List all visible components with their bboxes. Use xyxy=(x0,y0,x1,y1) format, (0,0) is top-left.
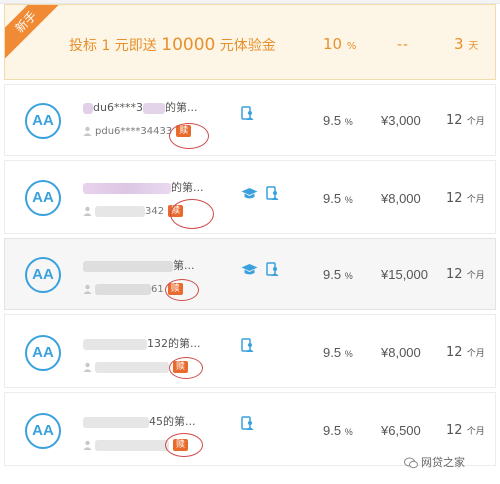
loan-term: 12 个月 xyxy=(446,423,485,438)
feature-icons xyxy=(241,261,283,279)
loan-list-page: 新手 投标 1 元即送 10000 元体验金 10 % -- 3 天 AA du… xyxy=(0,0,500,484)
featured-term: 3 天 xyxy=(454,35,479,53)
interest-rate: 9.5 % xyxy=(323,345,353,360)
borrower-line: 342 赎 xyxy=(83,205,184,217)
user-card-icon xyxy=(266,262,279,277)
loan-amount: ¥3,000 xyxy=(381,113,421,128)
user-icon xyxy=(83,206,92,216)
user-card-icon xyxy=(241,416,254,431)
loan-row[interactable]: AA 的第... 342 赎 9.5 % ¥8,000 12 个月 xyxy=(4,160,496,234)
loan-row[interactable]: AA 第... 61 赎 9.5 % ¥15,000 12 个月 xyxy=(4,238,496,310)
featured-amount: -- xyxy=(397,36,409,53)
loan-term: 12 个月 xyxy=(446,267,485,282)
user-icon xyxy=(83,284,92,294)
newbie-corner-tag: 新手 xyxy=(5,5,66,62)
graduation-cap-icon xyxy=(241,188,258,199)
annotation-circle xyxy=(169,357,203,379)
user-icon xyxy=(83,126,92,136)
feature-icons xyxy=(241,105,258,123)
loan-amount: ¥8,000 xyxy=(381,345,421,360)
borrower-name: 61 xyxy=(151,284,164,295)
featured-rate: 10 % xyxy=(323,35,357,53)
user-card-icon xyxy=(241,338,254,353)
annotation-circle xyxy=(165,433,203,457)
loan-term: 12 个月 xyxy=(446,345,485,360)
user-icon xyxy=(83,362,92,372)
loan-amount: ¥6,500 xyxy=(381,423,421,438)
featured-loan-row[interactable]: 新手 投标 1 元即送 10000 元体验金 10 % -- 3 天 xyxy=(4,4,496,80)
interest-rate: 9.5 % xyxy=(323,191,353,206)
loan-term: 12 个月 xyxy=(446,191,485,206)
avatar: AA xyxy=(25,180,61,216)
featured-title: 投标 1 元即送 10000 元体验金 xyxy=(69,35,276,55)
watermark: 网贷之家 xyxy=(404,454,465,470)
avatar: AA xyxy=(25,335,61,371)
loan-amount: ¥8,000 xyxy=(381,191,421,206)
interest-rate: 9.5 % xyxy=(323,423,353,438)
user-card-icon xyxy=(266,186,279,201)
avatar: AA xyxy=(25,103,61,139)
borrower-name: 342 xyxy=(145,206,165,217)
loan-row[interactable]: AA du6****3 的第... pdu6****34433 赎 9.5 % ¥3… xyxy=(4,84,496,156)
graduation-cap-icon xyxy=(241,264,258,275)
avatar: AA xyxy=(25,257,61,293)
user-icon xyxy=(83,440,92,450)
loan-title[interactable]: 45的第... xyxy=(83,413,196,429)
loan-row[interactable]: AA 132的第... 赎 9.5 % ¥8,000 12 个月 xyxy=(4,314,496,388)
annotation-circle xyxy=(165,279,199,301)
loan-title[interactable]: 第... xyxy=(83,257,195,273)
wechat-icon xyxy=(404,457,418,469)
loan-amount: ¥15,000 xyxy=(381,267,428,282)
avatar: AA xyxy=(25,413,61,449)
watermark-text: 网贷之家 xyxy=(421,456,465,469)
loan-title[interactable]: 的第... xyxy=(83,179,204,195)
feature-icons xyxy=(241,337,258,355)
borrower-name: pdu6****34433 xyxy=(95,126,173,137)
user-card-icon xyxy=(241,106,254,121)
feature-icons xyxy=(241,185,283,203)
loan-title[interactable]: du6****3 的第... xyxy=(83,99,197,115)
interest-rate: 9.5 % xyxy=(323,267,353,282)
loan-title[interactable]: 132的第... xyxy=(83,335,201,351)
interest-rate: 9.5 % xyxy=(323,113,353,128)
annotation-circle xyxy=(169,123,209,149)
annotation-circle xyxy=(170,199,214,229)
loan-term: 12 个月 xyxy=(446,113,485,128)
feature-icons xyxy=(241,415,258,433)
